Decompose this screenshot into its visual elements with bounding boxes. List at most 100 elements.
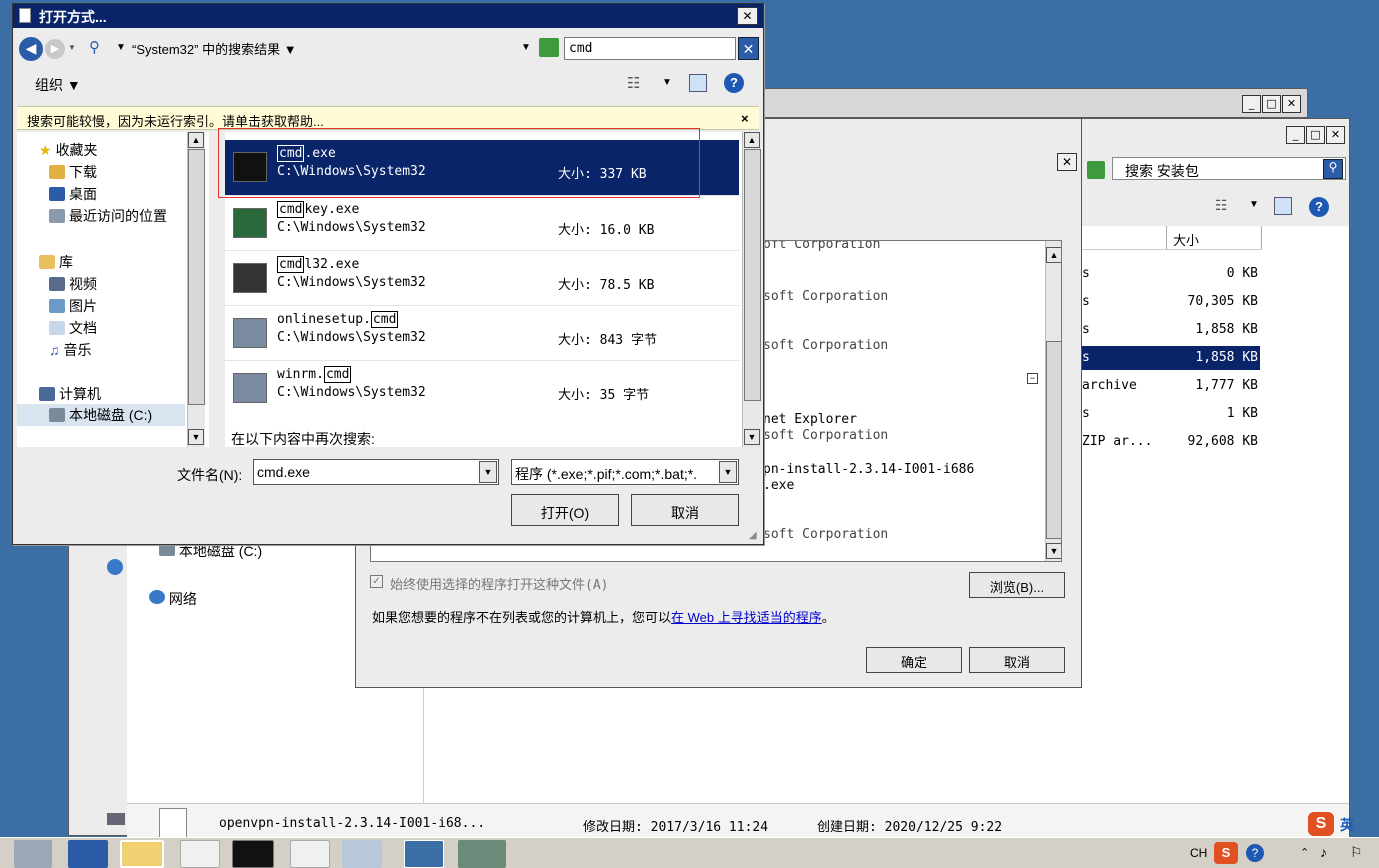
filename-dropdown-icon[interactable]: ▼ [479,461,497,483]
lang-indicator[interactable]: CH [1190,846,1207,860]
file-row[interactable]: archive 1,777 KB [1080,374,1260,398]
refresh-icon[interactable] [539,38,559,57]
scroll-thumb[interactable] [744,149,761,401]
file-type-dropdown-icon[interactable]: ▼ [719,461,737,483]
preview-pane-icon[interactable] [689,74,707,92]
nav-local-disk[interactable]: 本地磁盘 (C:) [17,404,185,426]
open-button[interactable]: 打开(O) [511,494,619,526]
openwith-close-icon[interactable]: ✕ [1057,153,1077,171]
nav-computer[interactable]: 计算机 [39,384,101,404]
notepad-icon[interactable] [342,840,382,868]
tray-chevron-icon[interactable]: ⌃ [1300,846,1309,859]
ime-mode[interactable]: 英 [1340,815,1354,835]
search-input[interactable]: cmd [564,37,736,60]
maximize-icon[interactable]: □ [1306,126,1325,144]
volume-icon[interactable]: ♪ [1320,844,1327,860]
nav-music[interactable]: ♫ 音乐 [49,340,92,360]
file-row[interactable]: s 1,858 KB [1080,318,1260,342]
nav-favorites[interactable]: ★ 收藏夹 [39,140,98,160]
web-search-link[interactable]: 在 Web 上寻找适当的程序 [671,610,822,625]
collapse-icon[interactable]: − [1027,373,1038,384]
minimize-icon[interactable]: _ [1242,95,1261,113]
result-item[interactable]: winrm. cmd C:\Windows\System32 大小: 35 字节 [225,360,739,415]
nav-scrollbar[interactable]: ▲ ▼ [187,132,205,447]
back-icon[interactable]: ◀ [19,37,43,61]
help-icon[interactable]: ? [1246,844,1264,862]
scroll-down-icon[interactable]: ▼ [188,429,204,445]
result-item[interactable]: onlinesetup. cmd C:\Windows\System32 大小: 84… [225,305,739,360]
program-list-scrollbar[interactable]: ▲ ▼ [1045,241,1061,561]
flag-icon[interactable]: ⚐ [1350,844,1363,861]
file-row[interactable]: s 0 KB [1080,262,1260,286]
scroll-down-icon[interactable]: ▼ [1046,543,1061,559]
close-icon[interactable]: ✕ [1282,95,1301,113]
explorer-search-input[interactable]: 搜索 安装包 [1112,157,1346,180]
search-icon[interactable]: ⚲ [1323,159,1343,179]
cmd-icon[interactable] [232,840,274,868]
ime-sogou-icon[interactable]: S [1308,812,1334,836]
refresh-icon[interactable] [1087,161,1105,179]
close-icon[interactable]: ✕ [1326,126,1345,144]
column-header-name[interactable] [1080,226,1166,250]
file-type-select[interactable]: 程序 (*.exe;*.pif;*.com;*.bat;*. [511,459,739,485]
chevron-down-icon[interactable]: ▼ [116,42,126,53]
browse-button[interactable]: 浏览(B)... [969,572,1065,598]
forward-icon[interactable]: ▶ [45,39,65,59]
always-use-checkbox[interactable]: ✓ [370,575,383,588]
scroll-up-icon[interactable]: ▲ [744,132,760,148]
nav-network[interactable]: 网络 [149,589,197,609]
chevron-down-icon[interactable]: ▼ [662,77,672,88]
index-info-bar[interactable]: 搜索可能较慢，因为未运行索引。请单击获取帮助... × [17,106,759,130]
status-modified: 修改日期: 2017/3/16 11:24 [583,820,769,835]
scroll-down-icon[interactable]: ▼ [744,429,760,445]
document-icon[interactable] [180,840,220,868]
file-row[interactable]: s 1 KB [1080,402,1260,426]
maximize-icon[interactable]: □ [1262,95,1281,113]
filename-input[interactable]: cmd.exe [253,459,499,485]
openwith-cancel-button[interactable]: 取消 [969,647,1065,673]
resize-grip-icon[interactable]: ◢ [749,530,757,541]
nav-documents[interactable]: 文档 [49,318,97,338]
clear-search-icon[interactable]: ✕ [738,37,759,60]
minimize-icon[interactable]: _ [1286,126,1305,144]
ok-button[interactable]: 确定 [866,647,962,673]
cancel-button[interactable]: 取消 [631,494,739,526]
scroll-thumb[interactable] [1046,341,1061,539]
breadcrumb[interactable]: “System32” 中的搜索结果 ▼ [132,39,297,58]
view-options-icon[interactable]: ☷ [627,74,640,92]
nav-desktop[interactable]: 桌面 [49,184,97,204]
help-icon[interactable]: ? [724,73,744,93]
dialog-close-icon[interactable]: ✕ [737,7,758,25]
explorer-icon[interactable] [120,840,164,868]
column-header-size[interactable]: 大小 [1166,226,1262,250]
history-dropdown-icon[interactable]: ▼ [68,43,76,52]
wordpad-icon[interactable] [404,840,444,868]
preview-pane-icon[interactable] [1274,197,1292,215]
pictures-icon [49,299,65,313]
scroll-up-icon[interactable]: ▲ [1046,247,1061,263]
document-icon[interactable] [290,840,330,868]
file-row[interactable]: ZIP ar... 92,608 KB [1080,430,1260,454]
view-options-icon[interactable]: ☷ [1215,197,1233,213]
server-manager-icon[interactable] [14,840,52,868]
help-icon[interactable]: ? [1309,197,1329,217]
organize-button[interactable]: 组织 ▼ [35,75,81,95]
scroll-thumb[interactable] [188,149,205,405]
nav-recent[interactable]: 最近访问的位置 [49,206,167,226]
scroll-up-icon[interactable]: ▲ [188,132,204,148]
nav-libraries[interactable]: 库 [39,252,73,272]
close-info-icon[interactable]: × [741,111,749,126]
chevron-down-icon[interactable]: ▼ [1249,199,1259,210]
address-dropdown-icon[interactable]: ▼ [521,42,531,53]
powershell-icon[interactable] [68,840,108,868]
result-item[interactable]: cmd key.exe C:\Windows\System32 大小: 16.0 KB [225,195,739,250]
network-app-icon[interactable] [458,840,506,868]
nav-videos[interactable]: 视频 [49,274,97,294]
results-scrollbar[interactable]: ▲ ▼ [742,132,761,447]
file-row[interactable]: s 1,858 KB [1080,346,1260,370]
sogou-icon[interactable]: S [1214,842,1238,864]
nav-pictures[interactable]: 图片 [49,296,97,316]
nav-downloads[interactable]: 下载 [49,162,97,182]
file-row[interactable]: s 70,305 KB [1080,290,1260,314]
result-item[interactable]: cmd l32.exe C:\Windows\System32 大小: 78.5 KB [225,250,739,305]
